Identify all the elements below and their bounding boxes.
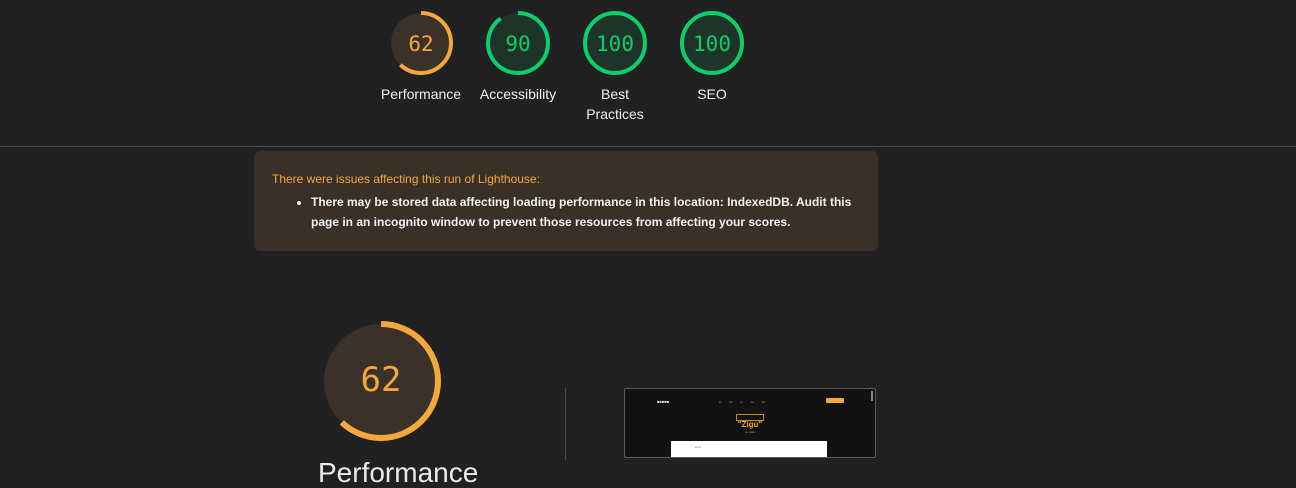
gauge-seo-ring: 100 [680,11,744,75]
warning-item: There may be stored data affecting loadi… [311,192,860,232]
thumbnail-logo: ■■■■■ [657,399,670,404]
gauge-accessibility-label: Accessibility [479,86,557,102]
gauge-seo-label: SEO [697,86,727,102]
performance-main-label: Performance [318,457,479,488]
thumbnail-cta-button [826,398,844,403]
section-divider [0,146,1296,147]
gauge-accessibility-score: 90 [505,32,530,56]
page-screenshot-thumbnail[interactable]: ■■■■■ ▪▪ ▪▪▪ ▪▪ ▪▪▪ ▪▪▪ "Zigu" ▪▪▪ ▪▪▪▪▪▪ ●▪… [624,388,876,458]
thumbnail-navbar: ■■■■■ ▪▪ ▪▪▪ ▪▪ ▪▪▪ ▪▪▪ [625,389,875,411]
thumbnail-nav-links: ▪▪ ▪▪▪ ▪▪ ▪▪▪ ▪▪▪ [719,400,765,404]
vertical-divider [565,388,566,460]
lighthouse-warning-box: There were issues affecting this run of … [254,151,878,251]
thumbnail-subtitle: ▪▪▪ ▪▪▪▪▪▪ [744,430,756,434]
performance-main-gauge: 62 [319,319,443,448]
gauge-best-practices-score: 100 [596,32,634,56]
gauge-seo[interactable]: 100 SEO [667,10,757,104]
performance-main-score: 62 [361,360,402,400]
warning-title: There were issues affecting this run of … [272,172,540,186]
thumbnail-card: ●▪▪▪▪ [671,441,827,457]
gauge-performance[interactable]: 62 Performance [376,10,466,104]
gauge-best-practices-label: Best Practices [586,86,644,122]
gauge-performance-ring: 62 [389,11,453,75]
gauge-performance-score: 62 [408,32,433,56]
gauge-accessibility-ring: 90 [486,11,550,75]
gauge-performance-label: Performance [380,86,462,102]
thumbnail-scrollbar [871,391,873,401]
warning-list: There may be stored data affecting loadi… [272,192,860,232]
thumbnail-title: "Zigu" [737,420,763,429]
gauge-best-practices-ring: 100 [583,11,647,75]
gauge-best-practices[interactable]: 100 Best Practices [570,10,660,124]
performance-main-ring: 62 [321,321,441,441]
gauge-accessibility[interactable]: 90 Accessibility [473,10,563,104]
gauge-seo-score: 100 [693,32,731,56]
category-gauges: 62 Performance 90 Accessibility 100 Best… [0,0,1296,146]
thumbnail-card-logo: ●▪▪▪▪ [695,445,702,449]
